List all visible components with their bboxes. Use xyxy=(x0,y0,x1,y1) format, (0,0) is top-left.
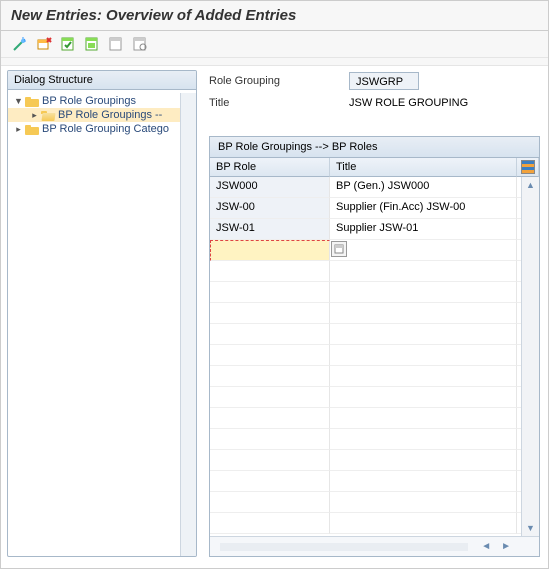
table-row-empty[interactable] xyxy=(210,366,539,387)
scroll-up-icon[interactable]: ▲ xyxy=(523,177,539,193)
dialog-structure-panel: Dialog Structure ▼BP Role Groupings▸BP R… xyxy=(7,70,197,557)
title-label: Title xyxy=(209,97,349,109)
cell-title[interactable]: Supplier JSW-01 xyxy=(330,219,517,240)
folder-icon xyxy=(41,110,55,121)
tool-select-block-icon[interactable] xyxy=(83,35,101,53)
toolbar xyxy=(1,31,548,58)
role-grouping-label: Role Grouping xyxy=(209,75,349,87)
tree-node-label: BP Role Groupings -- xyxy=(58,109,162,121)
tool-deselect-icon[interactable] xyxy=(107,35,125,53)
table-row-empty[interactable] xyxy=(210,450,539,471)
table-row[interactable]: JSW-01Supplier JSW-01 xyxy=(210,219,539,240)
folder-icon xyxy=(25,124,39,135)
tool-config-icon[interactable] xyxy=(131,35,149,53)
title-value: JSW ROLE GROUPING xyxy=(349,95,468,111)
tree-header: Dialog Structure xyxy=(8,71,196,90)
value-help-button[interactable] xyxy=(331,241,347,257)
tree-node[interactable]: ▼ BP Role Groupings xyxy=(8,94,196,108)
cell-title[interactable]: BP (Gen.) JSW000 xyxy=(330,177,517,198)
table-row-input[interactable] xyxy=(210,240,539,261)
tree-node[interactable]: ▸ BP Role Grouping Catego xyxy=(8,122,196,136)
tree-toggle-icon[interactable]: ▸ xyxy=(14,125,23,134)
role-grouping-value[interactable]: JSWGRP xyxy=(349,72,419,90)
tree-node-label: BP Role Groupings xyxy=(42,95,136,107)
cell-title[interactable]: Supplier (Fin.Acc) JSW-00 xyxy=(330,198,517,219)
grid-settings-icon xyxy=(521,160,535,174)
table-row-empty[interactable] xyxy=(210,303,539,324)
page-title: New Entries: Overview of Added Entries xyxy=(1,1,548,31)
table-row-empty[interactable] xyxy=(210,492,539,513)
table-row-empty[interactable] xyxy=(210,513,539,534)
cell-role[interactable]: JSW-00 xyxy=(210,198,330,219)
grid-title: BP Role Groupings --> BP Roles xyxy=(210,137,539,158)
table-row-empty[interactable] xyxy=(210,345,539,366)
grid-settings-button[interactable] xyxy=(517,158,539,177)
table-row-empty[interactable] xyxy=(210,408,539,429)
tree-node[interactable]: ▸ BP Role Groupings -- xyxy=(8,108,196,122)
roles-grid: BP Role Groupings --> BP Roles BP Role T… xyxy=(209,136,540,557)
folder-icon xyxy=(25,96,39,107)
cell-role[interactable]: JSW000 xyxy=(210,177,330,198)
col-header-title[interactable]: Title xyxy=(330,158,517,177)
table-row[interactable]: JSW-00Supplier (Fin.Acc) JSW-00 xyxy=(210,198,539,219)
tree-node-label: BP Role Grouping Catego xyxy=(42,123,169,135)
scroll-down-icon[interactable]: ▼ xyxy=(523,520,539,536)
table-row-empty[interactable] xyxy=(210,261,539,282)
table-row-empty[interactable] xyxy=(210,429,539,450)
scroll-right-icon[interactable]: ► xyxy=(498,541,514,552)
table-row-empty[interactable] xyxy=(210,324,539,345)
grid-header-row: BP Role Title xyxy=(210,158,539,177)
tree-scrollbar[interactable] xyxy=(180,93,196,556)
tree-toggle-icon[interactable]: ▼ xyxy=(14,97,23,106)
table-row[interactable]: JSW000BP (Gen.) JSW000 xyxy=(210,177,539,198)
tree-toggle-icon[interactable]: ▸ xyxy=(30,111,39,120)
cell-role[interactable]: JSW-01 xyxy=(210,219,330,240)
scroll-left-icon[interactable]: ◄ xyxy=(478,541,494,552)
grid-horizontal-scrollbar[interactable]: ◄ ► xyxy=(210,536,539,556)
table-row-empty[interactable] xyxy=(210,282,539,303)
tool-delete-icon[interactable] xyxy=(35,35,53,53)
table-row-empty[interactable] xyxy=(210,387,539,408)
tool-select-all-icon[interactable] xyxy=(59,35,77,53)
table-row-empty[interactable] xyxy=(210,471,539,492)
grid-vertical-scrollbar[interactable]: ▲ ▼ xyxy=(521,177,539,536)
bp-role-input[interactable] xyxy=(210,240,330,261)
tool-wand-icon[interactable] xyxy=(11,35,29,53)
col-header-role[interactable]: BP Role xyxy=(210,158,330,177)
